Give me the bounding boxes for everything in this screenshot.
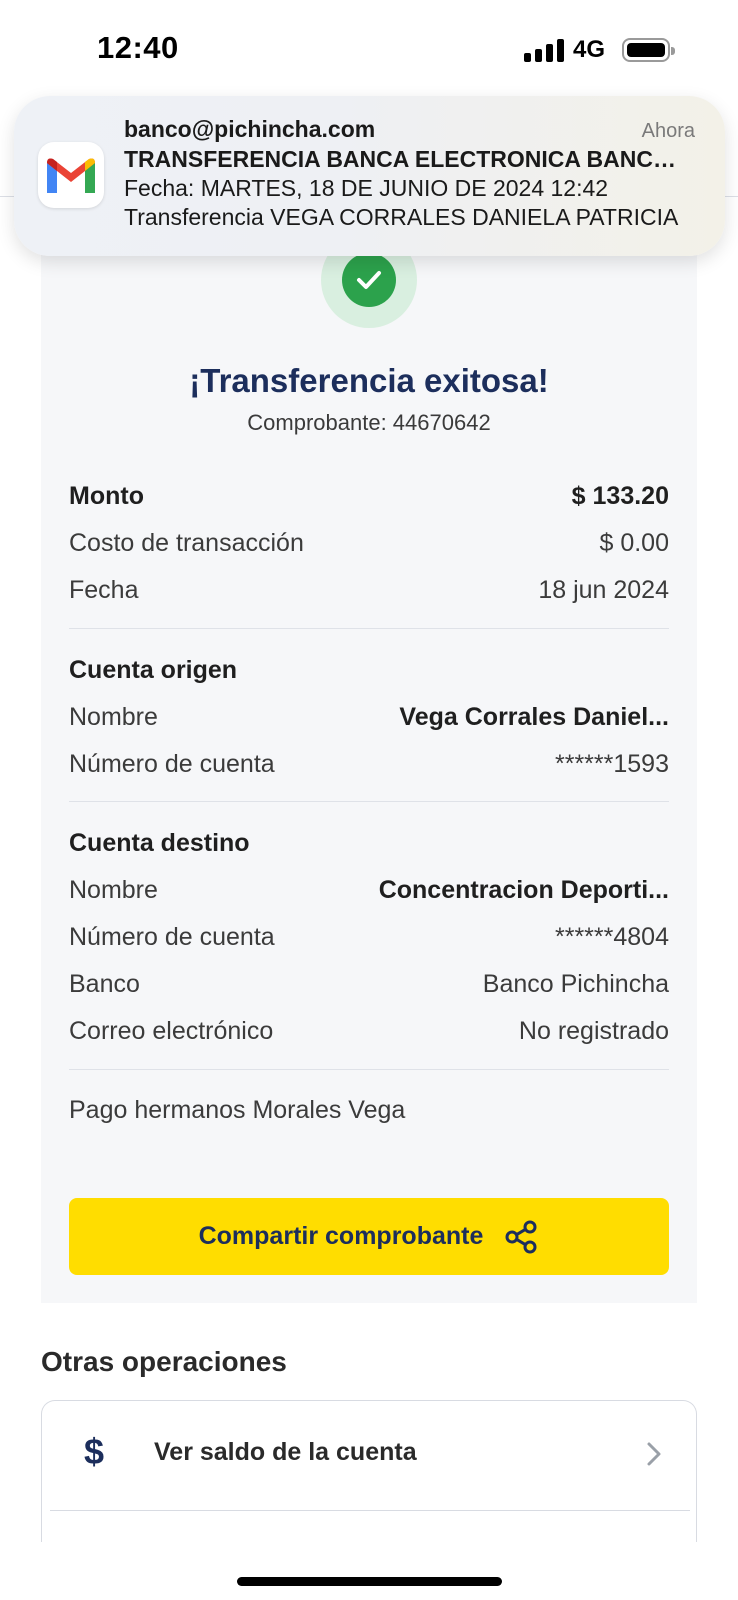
gmail-icon [38, 142, 104, 208]
destination-email-label: Correo electrónico [69, 1017, 274, 1045]
section-divider [69, 1069, 669, 1070]
share-receipt-button[interactable]: Compartir comprobante [69, 1198, 669, 1275]
success-title: ¡Transferencia exitosa! [189, 362, 549, 399]
amount-label: Monto [69, 482, 144, 510]
home-indicator[interactable] [237, 1577, 502, 1586]
status-bar: 12:40 4G [0, 0, 738, 100]
signal-icon [524, 38, 564, 62]
amount-value: $ 133.20 [571, 482, 669, 510]
destination-account-row: Número de cuenta ******4804 [69, 923, 669, 955]
date-label: Fecha [69, 576, 139, 604]
status-time: 12:40 [97, 30, 179, 65]
destination-email-value: No registrado [518, 1017, 669, 1045]
destination-bank-row: Banco Banco Pichincha [69, 970, 669, 1002]
date-row: Fecha 18 jun 2024 [69, 576, 669, 608]
notification-subject: TRANSFERENCIA BANCA ELECTRONICA BANCA MO… [124, 146, 689, 172]
section-divider [69, 628, 669, 629]
date-value: 18 jun 2024 [538, 576, 669, 604]
origin-name-value: Vega Corrales Daniel... [399, 703, 669, 731]
origin-heading: Cuenta origen [69, 656, 238, 684]
destination-name-value: Concentracion Deporti... [378, 876, 669, 904]
fee-label: Costo de transacción [69, 529, 304, 557]
battery-icon [622, 38, 675, 62]
section-divider [69, 801, 669, 802]
amount-row: Monto $ 133.20 [69, 482, 669, 514]
check-icon [342, 253, 396, 307]
check-balance-item[interactable]: $ Ver saldo de la cuenta [42, 1401, 696, 1511]
origin-name-row: Nombre Vega Corrales Daniel... [69, 703, 669, 735]
chevron-right-icon [647, 1442, 661, 1466]
dollar-icon: $ [84, 1431, 105, 1472]
notification-body-line1: Fecha: MARTES, 18 DE JUNIO DE 2024 12:42 [124, 175, 609, 201]
notification-sender: banco@pichincha.com [124, 116, 376, 142]
list-divider [50, 1510, 690, 1511]
network-type: 4G [573, 36, 606, 63]
destination-email-row: Correo electrónico No registrado [69, 1017, 669, 1049]
fee-row: Costo de transacción $ 0.00 [69, 529, 669, 561]
notification-time: Ahora [641, 120, 695, 142]
destination-heading: Cuenta destino [69, 829, 250, 857]
check-balance-label: Ver saldo de la cuenta [154, 1438, 417, 1466]
operations-list: $ Ver saldo de la cuenta [41, 1400, 697, 1542]
origin-account-label: Número de cuenta [69, 750, 275, 778]
origin-name-label: Nombre [69, 703, 158, 731]
other-operations-title: Otras operaciones [41, 1346, 287, 1377]
fee-value: $ 0.00 [599, 529, 669, 557]
destination-account-value: ******4804 [555, 923, 669, 951]
destination-bank-label: Banco [69, 970, 140, 998]
receipt-number: Comprobante: 44670642 [247, 410, 491, 435]
destination-name-row: Nombre Concentracion Deporti... [69, 876, 669, 908]
origin-account-value: ******1593 [555, 750, 669, 778]
destination-account-label: Número de cuenta [69, 923, 275, 951]
destination-bank-value: Banco Pichincha [482, 970, 669, 998]
share-icon [505, 1220, 537, 1253]
transfer-memo: Pago hermanos Morales Vega [69, 1096, 406, 1124]
email-notification[interactable]: banco@pichincha.com Ahora TRANSFERENCIA … [14, 96, 725, 256]
destination-name-label: Nombre [69, 876, 158, 904]
share-button-label: Compartir comprobante [198, 1222, 484, 1250]
origin-account-row: Número de cuenta ******1593 [69, 750, 669, 782]
notification-body-line2: Transferencia VEGA CORRALES DANIELA PATR… [124, 204, 679, 230]
